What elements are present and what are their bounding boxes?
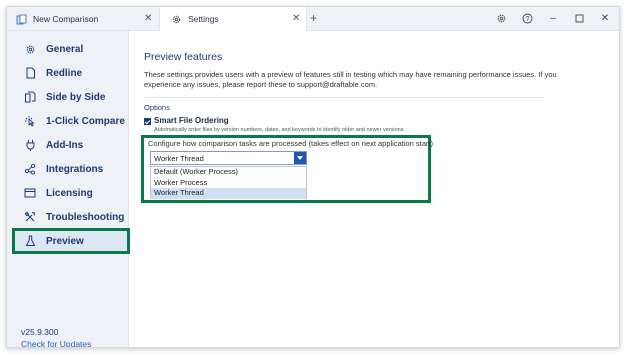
sidebar-item-label: General <box>46 43 84 55</box>
smart-file-ordering-checkbox[interactable] <box>144 118 151 125</box>
sidebar-item-integrations[interactable]: Integrations <box>15 159 127 179</box>
tab-settings[interactable]: Settings <box>159 7 307 31</box>
sidebar-item-label: Redline <box>46 67 83 79</box>
sidebar-item-preview[interactable]: Preview <box>12 228 130 254</box>
sidebar-item-side-by-side[interactable]: Side by Side <box>15 87 127 107</box>
page-title: Preview features <box>144 51 223 63</box>
dropdown-option[interactable]: Worker Process <box>151 178 306 189</box>
sidebar-item-label: Add-Ins <box>46 139 84 151</box>
processing-dropdown-list: Default (Worker Process) Worker Process … <box>150 166 307 199</box>
processing-select[interactable]: Worker Thread <box>150 151 307 165</box>
tab-new-comparison[interactable]: New Comparison <box>7 7 137 31</box>
flask-icon <box>23 234 37 248</box>
sidebar-item-label: Side by Side <box>46 91 106 103</box>
tab-label: Settings <box>188 14 219 24</box>
gear-icon <box>23 42 37 56</box>
smart-file-ordering-description: Automatically order files by version num… <box>154 127 404 133</box>
dropdown-option-selected[interactable]: Worker Thread <box>151 188 306 199</box>
window-controls: ? – ✕ <box>495 12 611 24</box>
side-by-side-icon <box>23 90 37 104</box>
sidebar-item-licensing[interactable]: Licensing <box>15 183 127 203</box>
tab-label: New Comparison <box>33 14 99 24</box>
sidebar-item-general[interactable]: General <box>15 39 127 59</box>
svg-text:?: ? <box>525 16 529 23</box>
sidebar-item-label: Licensing <box>46 187 93 199</box>
sidebar-item-label: Preview <box>46 235 84 247</box>
document-compare-icon <box>15 13 27 25</box>
check-updates-link[interactable]: Check for Updates <box>21 339 91 347</box>
sidebar-item-troubleshooting[interactable]: Troubleshooting <box>15 207 127 227</box>
close-tab-icon[interactable]: ✕ <box>292 13 300 25</box>
page-description: These settings provides users with a pre… <box>144 70 557 89</box>
dropdown-option[interactable]: Default (Worker Process) <box>151 167 306 178</box>
gear-icon <box>170 13 182 25</box>
card-icon <box>23 186 37 200</box>
processing-selected-value: Worker Thread <box>154 153 204 163</box>
close-icon[interactable]: ✕ <box>599 12 611 24</box>
maximize-icon[interactable] <box>573 12 585 24</box>
share-icon <box>23 162 37 176</box>
chevron-down-icon[interactable] <box>294 152 306 164</box>
document-icon <box>23 66 37 80</box>
sidebar-item-add-ins[interactable]: Add-Ins <box>15 135 127 155</box>
processing-label: Configure how comparison tasks are proce… <box>148 139 434 148</box>
minimize-icon[interactable]: – <box>547 12 559 24</box>
tab-bar: New Comparison ✕ Settings ✕ + ? – ✕ <box>7 7 619 31</box>
sidebar-item-1-click-compare[interactable]: 1-Click Compare <box>15 111 127 131</box>
settings-content: Preview features These settings provides… <box>130 31 619 347</box>
divider <box>144 97 544 98</box>
sidebar-item-label: Integrations <box>46 163 104 175</box>
smart-file-ordering-label[interactable]: Smart File Ordering <box>154 116 229 125</box>
gear-icon[interactable] <box>495 12 507 24</box>
help-icon[interactable]: ? <box>521 12 533 24</box>
sidebar: General Redline Side by Side 1-Click Com… <box>7 31 130 347</box>
app-window: New Comparison ✕ Settings ✕ + ? – ✕ Gene… <box>6 6 620 348</box>
version-label: v25.9.300 <box>21 327 59 337</box>
plug-icon <box>23 138 37 152</box>
new-tab-icon[interactable]: + <box>310 11 317 25</box>
sidebar-item-redline[interactable]: Redline <box>15 63 127 83</box>
sidebar-item-label: 1-Click Compare <box>46 115 125 127</box>
sidebar-item-label: Troubleshooting <box>46 211 125 223</box>
close-tab-icon[interactable]: ✕ <box>144 13 152 25</box>
click-icon <box>23 114 37 128</box>
tools-icon <box>23 210 37 224</box>
options-heading: Options <box>144 103 170 112</box>
